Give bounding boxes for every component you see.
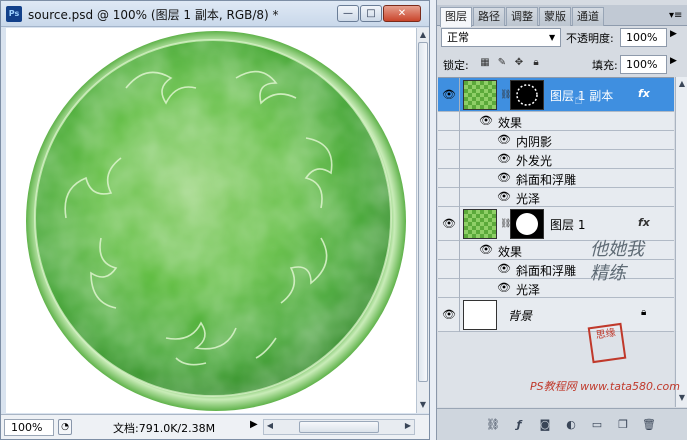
effect-label: 光泽 bbox=[516, 283, 541, 297]
layer-row-layer1-copy[interactable]: 👁︎ ⛓︎ 图层 1 副本 fx ☝︎ bbox=[438, 78, 674, 112]
lock-position-icon[interactable]: ✥ bbox=[513, 57, 525, 69]
opacity-slider-icon[interactable]: ▶ bbox=[670, 29, 677, 39]
effect-eye-icon[interactable]: 👁︎ bbox=[496, 262, 512, 276]
layer-mask-thumbnail[interactable] bbox=[510, 80, 544, 110]
layer-thumbnail[interactable] bbox=[463, 300, 497, 330]
adjustment-layer-icon[interactable]: ◐ bbox=[563, 417, 579, 433]
scroll-down-icon[interactable]: ▼ bbox=[676, 393, 687, 402]
mask-link-icon[interactable]: ⛓︎ bbox=[500, 217, 511, 231]
add-mask-icon[interactable]: ◙ bbox=[537, 417, 553, 433]
effect-eye-icon[interactable]: 👁︎ bbox=[496, 152, 512, 166]
tab-paths[interactable]: 路径 bbox=[473, 7, 505, 26]
layers-panel: 图层 路径 调整 蒙版 通道 ▾≡ 正常 ▼ 不透明度: 100% ▶ 锁定: … bbox=[436, 0, 687, 440]
vertical-scrollbar[interactable]: ▲ ▼ bbox=[416, 28, 429, 413]
layer-thumbnail[interactable] bbox=[463, 209, 497, 239]
delete-layer-icon[interactable]: 🗑︎ bbox=[641, 417, 657, 433]
fx-icon[interactable]: fx bbox=[638, 216, 650, 229]
document-info: 文档:791.0K/2.38M bbox=[113, 422, 216, 435]
fill-label: 填充: bbox=[592, 59, 618, 72]
tab-masks[interactable]: 蒙版 bbox=[539, 7, 571, 26]
effect-row[interactable]: 👁︎ 内阴影 bbox=[438, 131, 674, 150]
effect-eye-icon[interactable]: 👁︎ bbox=[478, 114, 494, 128]
minimize-button[interactable]: — bbox=[337, 5, 359, 22]
panel-menu-icon[interactable]: ▾≡ bbox=[669, 10, 682, 21]
horizontal-scrollbar[interactable]: ◀ ▶ bbox=[263, 419, 415, 435]
layer-row-layer1[interactable]: 👁︎ ⛓︎ 图层 1 fx bbox=[438, 207, 674, 241]
site-watermark: PS教程网 www.tata580.com bbox=[530, 380, 680, 393]
effect-label: 外发光 bbox=[516, 154, 553, 168]
document-title: source.psd @ 100% (图层 1 副本, RGB/8) * bbox=[28, 8, 279, 22]
effect-eye-icon[interactable]: 👁︎ bbox=[496, 133, 512, 147]
visibility-eye-icon[interactable]: 👁︎ bbox=[441, 217, 457, 231]
green-plate-image bbox=[6, 28, 416, 413]
link-layers-icon[interactable]: ⛓︎ bbox=[485, 417, 501, 433]
tab-adjustments[interactable]: 调整 bbox=[506, 7, 538, 26]
scroll-right-icon[interactable]: ▶ bbox=[402, 421, 414, 430]
effect-label: 斜面和浮雕 bbox=[516, 173, 577, 187]
blend-mode-select[interactable]: 正常 bbox=[441, 28, 561, 47]
layer-thumbnail[interactable] bbox=[463, 80, 497, 110]
maximize-button[interactable]: □ bbox=[360, 5, 382, 22]
horizontal-scroll-thumb[interactable] bbox=[299, 421, 379, 433]
new-layer-icon[interactable]: ❐ bbox=[615, 417, 631, 433]
scroll-up-icon[interactable]: ▲ bbox=[676, 79, 687, 88]
tab-channels[interactable]: 通道 bbox=[572, 7, 604, 26]
layers-panel-footer: ⛓︎ ƒ ◙ ◐ ▭ ❐ 🗑︎ bbox=[437, 408, 687, 440]
zoom-field[interactable]: 100% bbox=[4, 419, 54, 436]
effects-label: 效果 bbox=[498, 245, 523, 259]
panel-tabs: 图层 路径 调整 蒙版 通道 ▾≡ bbox=[437, 5, 687, 27]
document-titlebar[interactable]: Ps source.psd @ 100% (图层 1 副本, RGB/8) * … bbox=[1, 1, 429, 27]
opacity-field[interactable]: 100% bbox=[620, 28, 667, 47]
visibility-eye-icon[interactable]: 👁︎ bbox=[441, 88, 457, 102]
layer-mask-thumbnail[interactable] bbox=[510, 209, 544, 239]
lock-label: 锁定: bbox=[443, 59, 469, 72]
vertical-scroll-thumb[interactable] bbox=[418, 42, 428, 382]
red-seal-stamp: 思缘 bbox=[587, 322, 627, 364]
effect-eye-icon[interactable]: 👁︎ bbox=[496, 190, 512, 204]
effect-label: 光泽 bbox=[516, 192, 541, 206]
opacity-label: 不透明度: bbox=[566, 32, 614, 45]
photoshop-icon: Ps bbox=[6, 6, 22, 22]
layer-name[interactable]: 图层 1 bbox=[550, 216, 585, 233]
effect-label: 斜面和浮雕 bbox=[516, 264, 577, 278]
layer-name[interactable]: 背景 bbox=[508, 307, 532, 324]
effect-eye-icon[interactable]: 👁︎ bbox=[478, 243, 494, 257]
effect-eye-icon[interactable]: 👁︎ bbox=[496, 281, 512, 295]
document-window: Ps source.psd @ 100% (图层 1 副本, RGB/8) * … bbox=[0, 0, 430, 440]
hand-cursor-icon: ☝︎ bbox=[574, 92, 583, 108]
effect-row[interactable]: 👁︎ 外发光 bbox=[438, 150, 674, 169]
visibility-eye-icon[interactable]: 👁︎ bbox=[441, 308, 457, 322]
effect-eye-icon[interactable]: 👁︎ bbox=[496, 171, 512, 185]
close-button[interactable]: ✕ bbox=[383, 5, 421, 22]
effects-group-row[interactable]: 👁︎ 效果 bbox=[438, 112, 674, 131]
zoom-preview-icon[interactable]: ◔ bbox=[58, 419, 72, 435]
lock-transparency-icon[interactable]: ▦ bbox=[479, 57, 491, 69]
scroll-left-icon[interactable]: ◀ bbox=[264, 421, 276, 430]
add-style-icon[interactable]: ƒ bbox=[511, 417, 527, 433]
tab-layers[interactable]: 图层 bbox=[440, 7, 472, 27]
layers-scrollbar[interactable]: ▲ ▼ bbox=[675, 77, 687, 407]
document-canvas[interactable] bbox=[6, 28, 416, 413]
fill-field[interactable]: 100% bbox=[620, 55, 667, 74]
new-group-icon[interactable]: ▭ bbox=[589, 417, 605, 433]
effect-row[interactable]: 👁︎ 斜面和浮雕 bbox=[438, 169, 674, 188]
lock-pixels-icon[interactable]: ✎ bbox=[496, 57, 508, 69]
scroll-down-icon[interactable]: ▼ bbox=[417, 400, 429, 409]
signature-watermark: 他她我精练 bbox=[590, 239, 644, 284]
effect-label: 内阴影 bbox=[516, 135, 553, 149]
mask-link-icon[interactable]: ⛓︎ bbox=[500, 88, 511, 102]
status-menu-arrow-icon[interactable]: ▶ bbox=[250, 419, 258, 430]
scroll-up-icon[interactable]: ▲ bbox=[417, 30, 429, 39]
document-status-bar: 100% ◔ 文档:791.0K/2.38M ▶ ◀ ▶ bbox=[1, 414, 429, 439]
fill-slider-icon[interactable]: ▶ bbox=[670, 56, 677, 66]
chevron-down-icon[interactable]: ▼ bbox=[549, 28, 555, 47]
lock-all-icon[interactable]: 🔒︎ bbox=[530, 57, 542, 69]
effect-row[interactable]: 👁︎ 光泽 bbox=[438, 188, 674, 207]
effects-label: 效果 bbox=[498, 116, 523, 130]
fx-icon[interactable]: fx bbox=[638, 87, 650, 100]
